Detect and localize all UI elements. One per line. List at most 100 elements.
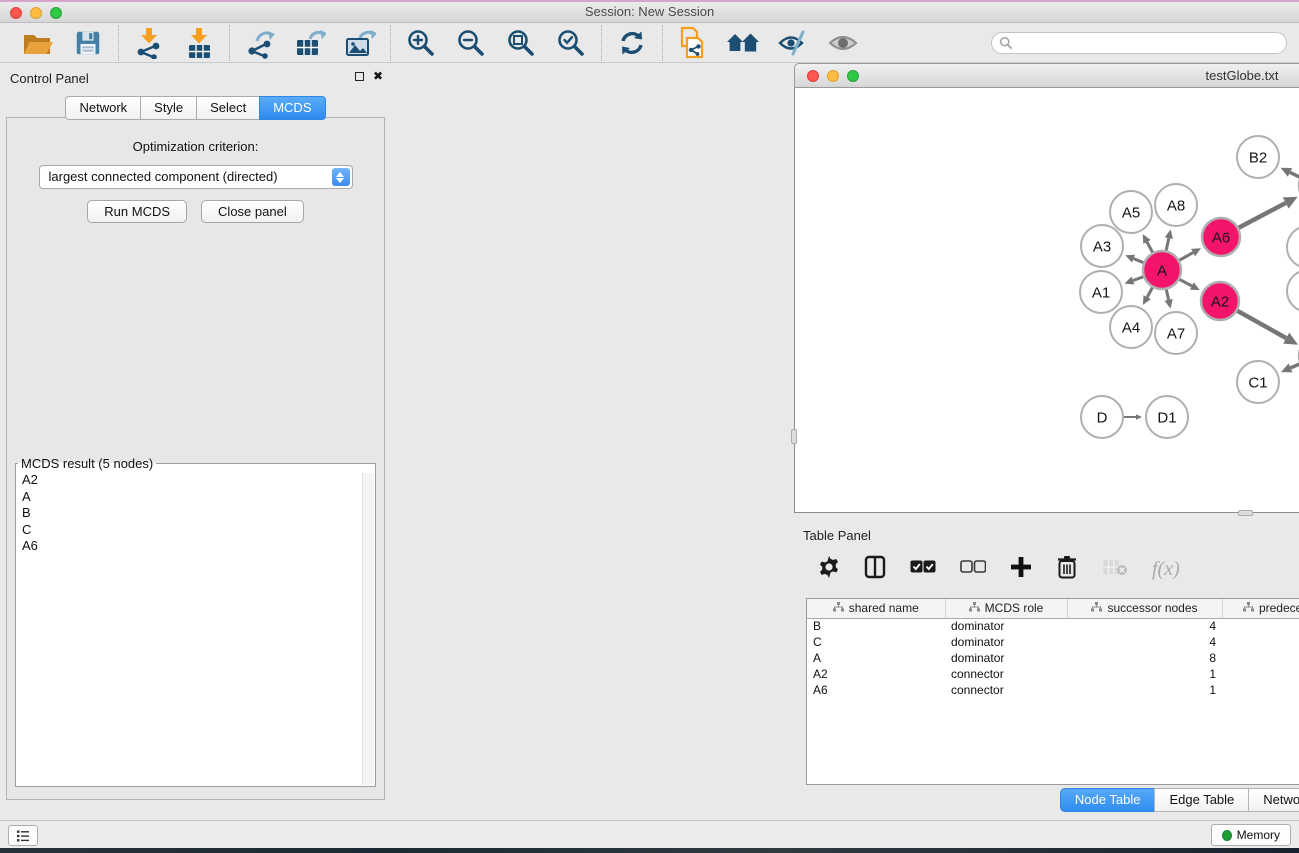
tab-network-table[interactable]: Network Table bbox=[1248, 788, 1299, 812]
delete-column-button[interactable] bbox=[1056, 557, 1078, 581]
network-from-selection-button[interactable] bbox=[676, 27, 710, 59]
close-panel-button[interactable]: Close panel bbox=[201, 200, 304, 223]
float-panel-icon[interactable] bbox=[355, 72, 364, 81]
graph-node-B1[interactable]: B1 bbox=[1287, 226, 1299, 268]
edge-A-A2[interactable] bbox=[1180, 279, 1192, 286]
cell-shared-name[interactable]: B bbox=[807, 618, 945, 634]
graph-node-A1[interactable]: A1 bbox=[1080, 271, 1122, 313]
column-header-MCDS-role[interactable]: MCDS role bbox=[945, 599, 1067, 618]
graph-node-A5[interactable]: A5 bbox=[1110, 191, 1152, 233]
graph-node-A8[interactable]: A8 bbox=[1155, 184, 1197, 226]
cell-MCDS-role[interactable]: dominator bbox=[945, 618, 1067, 634]
show-all-button[interactable] bbox=[826, 27, 860, 59]
hide-selected-button[interactable] bbox=[776, 27, 810, 59]
network-zoom-button[interactable] bbox=[847, 70, 859, 82]
cell-successor-nodes[interactable]: 4 bbox=[1067, 618, 1222, 634]
mcds-result-list[interactable]: A2ABCA6 bbox=[16, 471, 375, 555]
result-scrollbar[interactable] bbox=[362, 473, 374, 785]
close-panel-icon[interactable]: ✖ bbox=[373, 71, 383, 81]
minimize-window-button[interactable] bbox=[30, 7, 42, 19]
select-all-button[interactable] bbox=[910, 557, 936, 581]
table-row[interactable]: Cdominator41C bbox=[807, 634, 1299, 650]
cell-predecessor-nodes[interactable]: 1 bbox=[1222, 618, 1299, 634]
zoom-window-button[interactable] bbox=[50, 7, 62, 19]
edge-A-A3[interactable] bbox=[1134, 259, 1144, 263]
edge-A-A7[interactable] bbox=[1166, 290, 1168, 300]
tab-node-table[interactable]: Node Table bbox=[1060, 788, 1155, 812]
table-row[interactable]: A6connector11A6 bbox=[807, 682, 1299, 698]
export-image-button[interactable] bbox=[343, 27, 377, 59]
edge-A2-C[interactable] bbox=[1237, 311, 1286, 338]
graph-node-A3[interactable]: A3 bbox=[1081, 225, 1123, 267]
task-history-button[interactable] bbox=[8, 825, 38, 846]
network-minimize-button[interactable] bbox=[827, 70, 839, 82]
zoom-selected-button[interactable] bbox=[554, 27, 588, 59]
graph-node-A[interactable]: A bbox=[1143, 251, 1181, 289]
zoom-in-button[interactable] bbox=[404, 27, 438, 59]
open-session-button[interactable] bbox=[21, 27, 55, 59]
cell-predecessor-nodes[interactable]: 1 bbox=[1222, 634, 1299, 650]
tab-mcds[interactable]: MCDS bbox=[259, 96, 325, 120]
cell-MCDS-role[interactable]: connector bbox=[945, 666, 1067, 682]
close-window-button[interactable] bbox=[10, 7, 22, 19]
edge-A6-B[interactable] bbox=[1239, 203, 1286, 228]
graph-node-A4[interactable]: A4 bbox=[1110, 306, 1152, 348]
result-item[interactable]: B bbox=[22, 505, 375, 522]
table-row[interactable]: Adominator80A bbox=[807, 650, 1299, 666]
show-column-button[interactable] bbox=[864, 557, 886, 581]
result-item[interactable]: A bbox=[22, 489, 375, 506]
table-row[interactable]: A2connector11A2 bbox=[807, 666, 1299, 682]
network-graph[interactable]: B4B2BB3A8A5A6A3B1AA1C2A2A4A7C4CC1C3DD1 bbox=[795, 88, 1299, 511]
delete-table-button[interactable] bbox=[1102, 557, 1128, 581]
refresh-button[interactable] bbox=[615, 27, 649, 59]
deselect-all-button[interactable] bbox=[960, 557, 986, 581]
edge-A-A6[interactable] bbox=[1180, 253, 1194, 261]
cell-shared-name[interactable]: A2 bbox=[807, 666, 945, 682]
edge-A-A4[interactable] bbox=[1147, 288, 1152, 298]
column-header-shared-name[interactable]: shared name bbox=[807, 599, 945, 618]
result-item[interactable]: C bbox=[22, 522, 375, 539]
tab-style[interactable]: Style bbox=[140, 96, 196, 120]
cell-successor-nodes[interactable]: 1 bbox=[1067, 682, 1222, 698]
save-session-button[interactable] bbox=[71, 27, 105, 59]
column-header-predecessor-nodes[interactable]: predecessor nodes bbox=[1222, 599, 1299, 618]
cell-MCDS-role[interactable]: dominator bbox=[945, 650, 1067, 666]
graph-node-B2[interactable]: B2 bbox=[1237, 136, 1279, 178]
graph-node-C1[interactable]: C1 bbox=[1237, 361, 1279, 403]
network-canvas[interactable]: B4B2BB3A8A5A6A3B1AA1C2A2A4A7C4CC1C3DD1 bbox=[794, 88, 1299, 513]
table-row[interactable]: Bdominator41B bbox=[807, 618, 1299, 634]
memory-button[interactable]: Memory bbox=[1211, 824, 1291, 846]
cell-predecessor-nodes[interactable]: 0 bbox=[1222, 650, 1299, 666]
cell-successor-nodes[interactable]: 4 bbox=[1067, 634, 1222, 650]
graph-node-A2[interactable]: A2 bbox=[1201, 282, 1239, 320]
edge-A-A5[interactable] bbox=[1147, 242, 1153, 252]
edge-B-B2[interactable] bbox=[1290, 172, 1299, 177]
app-titlebar[interactable]: Session: New Session bbox=[0, 2, 1299, 23]
tab-edge-table[interactable]: Edge Table bbox=[1154, 788, 1248, 812]
cell-predecessor-nodes[interactable]: 1 bbox=[1222, 666, 1299, 682]
tab-network[interactable]: Network bbox=[65, 96, 140, 120]
zoom-out-button[interactable] bbox=[454, 27, 488, 59]
cell-successor-nodes[interactable]: 8 bbox=[1067, 650, 1222, 666]
cell-shared-name[interactable]: A bbox=[807, 650, 945, 666]
import-network-button[interactable] bbox=[132, 27, 166, 59]
edge-A-A1[interactable] bbox=[1133, 277, 1143, 281]
run-mcds-button[interactable]: Run MCDS bbox=[87, 200, 187, 223]
cell-shared-name[interactable]: C bbox=[807, 634, 945, 650]
network-close-button[interactable] bbox=[807, 70, 819, 82]
result-item[interactable]: A2 bbox=[22, 472, 375, 489]
cell-shared-name[interactable]: A6 bbox=[807, 682, 945, 698]
graph-node-D[interactable]: D bbox=[1081, 396, 1123, 438]
result-item[interactable]: A6 bbox=[22, 538, 375, 555]
cell-MCDS-role[interactable]: dominator bbox=[945, 634, 1067, 650]
function-builder-button[interactable]: f(x) bbox=[1152, 557, 1180, 581]
column-header-successor-nodes[interactable]: successor nodes bbox=[1067, 599, 1222, 618]
search-input[interactable] bbox=[991, 32, 1287, 54]
edge-C-C1[interactable] bbox=[1291, 364, 1299, 368]
cell-predecessor-nodes[interactable]: 1 bbox=[1222, 682, 1299, 698]
first-neighbors-button[interactable] bbox=[726, 27, 760, 59]
zoom-fit-button[interactable] bbox=[504, 27, 538, 59]
network-window-titlebar[interactable]: testGlobe.txt bbox=[794, 63, 1299, 88]
cell-successor-nodes[interactable]: 1 bbox=[1067, 666, 1222, 682]
tab-select[interactable]: Select bbox=[196, 96, 259, 120]
